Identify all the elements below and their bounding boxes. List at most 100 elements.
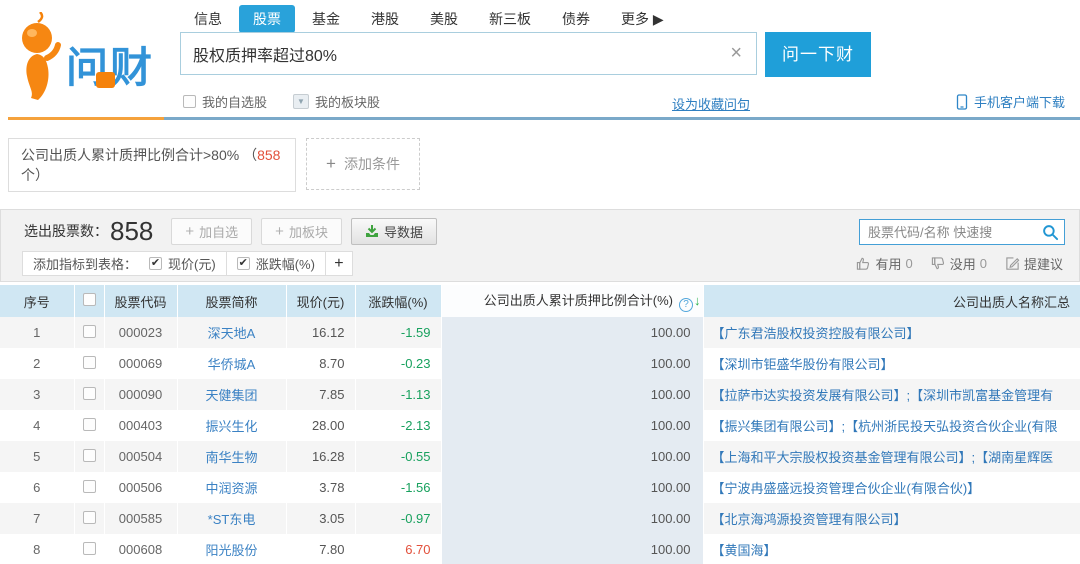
cell-stock-name: 天健集团 — [177, 379, 287, 410]
suggest-button[interactable]: 提建议 — [1005, 254, 1063, 273]
clear-icon[interactable]: × — [730, 42, 742, 64]
nav-tab-7[interactable]: 债券 — [548, 5, 604, 33]
indicator-change[interactable]: 涨跌幅(%) — [227, 252, 326, 275]
stock-name-link[interactable]: 华侨城A — [208, 357, 256, 372]
cell-companies: 【深圳市钜盛华股份有限公司】 — [703, 348, 1080, 379]
indicator-strip: 添加指标到表格： 现价(元) 涨跌幅(%) + — [22, 251, 353, 276]
company-names-link[interactable]: 【振兴集团有限公司】;【杭州浙民投天弘投资合伙企业(有限 — [712, 419, 1058, 434]
nav-tab-3[interactable]: 基金 — [298, 5, 354, 33]
stock-name-link[interactable]: 深天地A — [208, 326, 256, 341]
cell-stock-code: 000585 — [104, 503, 178, 534]
row-checkbox[interactable] — [82, 448, 96, 462]
useless-count: 0 — [979, 256, 987, 271]
useful-button[interactable]: 有用 0 — [856, 254, 913, 273]
plus-icon: + — [326, 154, 336, 173]
company-names-link[interactable]: 【宁波冉盛盛远投资管理合伙企业(有限合伙)】 — [712, 481, 981, 496]
add-indicator-button[interactable]: + — [326, 252, 352, 275]
sort-desc-icon: ↓ — [694, 293, 701, 308]
thumb-up-icon — [857, 257, 870, 270]
header-change[interactable]: 涨跌幅(%) — [355, 285, 442, 317]
mobile-download-link[interactable]: 手机客户端下载 — [956, 92, 1065, 111]
nav-tab-6[interactable]: 新三板 — [475, 5, 545, 33]
cell-pledge-ratio: 100.00 — [441, 441, 704, 472]
cell-seq: 4 — [0, 410, 75, 441]
cell-pledge-ratio: 100.00 — [441, 317, 704, 348]
cell-companies: 【黄国海】 — [703, 534, 1080, 564]
cell-stock-name: *ST东电 — [177, 503, 287, 534]
company-names-link[interactable]: 【黄国海】 — [712, 543, 777, 558]
plus-icon: + — [185, 222, 195, 240]
row-checkbox[interactable] — [82, 541, 96, 555]
row-checkbox[interactable] — [82, 386, 96, 400]
stock-name-link[interactable]: 阳光股份 — [205, 543, 257, 558]
add-watchlist-button[interactable]: + 加自选 — [171, 217, 253, 245]
cell-checkbox — [74, 410, 105, 441]
quick-search-box — [859, 219, 1065, 245]
row-checkbox[interactable] — [82, 324, 96, 338]
question-input[interactable] — [181, 33, 756, 74]
sector-dropdown-icon[interactable]: ▼ — [293, 94, 310, 109]
cell-price: 16.28 — [286, 441, 356, 472]
row-checkbox[interactable] — [82, 417, 96, 431]
stock-name-link[interactable]: 南华生物 — [205, 450, 257, 465]
add-sector-button[interactable]: + 加板块 — [261, 217, 342, 245]
indicator-change-checkbox[interactable] — [236, 257, 250, 270]
cell-stock-name: 阳光股份 — [177, 534, 287, 564]
cell-stock-code: 000504 — [104, 441, 178, 472]
toolbar-panel: 选出股票数： 858 + 加自选 + 加板块 导数据 股票代码/名称 快速搜 添… — [0, 209, 1080, 282]
nav-tab-1[interactable]: 信息 — [180, 5, 236, 33]
indicator-price[interactable]: 现价(元) — [139, 252, 227, 275]
row-checkbox[interactable] — [82, 479, 96, 493]
company-names-link[interactable]: 【广东君浩股权投资控股有限公司】 — [712, 326, 920, 341]
stock-name-link[interactable]: *ST东电 — [208, 512, 256, 527]
row-checkbox[interactable] — [82, 510, 96, 524]
header-stock-name[interactable]: 股票简称 — [177, 285, 287, 317]
mobile-download-label: 手机客户端下载 — [974, 95, 1066, 110]
header-stock-code[interactable]: 股票代码 — [104, 285, 178, 317]
stock-name-link[interactable]: 天健集团 — [205, 388, 257, 403]
indicator-price-checkbox[interactable] — [149, 257, 163, 270]
my-sector-option[interactable]: ▼ 我的板块股 — [293, 92, 380, 111]
cell-companies: 【北京海鸿源投资管理有限公司】 — [703, 503, 1080, 534]
company-names-link[interactable]: 【拉萨市达实投资发展有限公司】;【深圳市凯富基金管理有 — [712, 388, 1054, 403]
nav-tab-2[interactable]: 股票 — [239, 5, 295, 33]
condition-count: 858 — [257, 147, 281, 163]
thumb-down-icon — [931, 257, 944, 270]
cell-stock-code: 000506 — [104, 472, 178, 503]
cell-stock-name: 南华生物 — [177, 441, 287, 472]
row-checkbox[interactable] — [82, 355, 96, 369]
search-icon[interactable] — [1042, 224, 1059, 246]
set-favorite-link[interactable]: 设为收藏问句 — [672, 94, 750, 113]
header-price[interactable]: 现价(元) — [286, 285, 356, 317]
company-names-link[interactable]: 【上海和平大宗股权投资基金管理有限公司】;【湖南星辉医 — [712, 450, 1054, 465]
my-watchlist-checkbox[interactable] — [183, 95, 196, 108]
add-condition-button[interactable]: + 添加条件 — [306, 138, 420, 190]
company-names-link[interactable]: 【北京海鸿源投资管理有限公司】 — [712, 512, 907, 527]
cell-pledge-ratio: 100.00 — [441, 472, 704, 503]
nav-tab-8[interactable]: 更多 ▶ — [607, 5, 678, 33]
ask-wencai-button[interactable]: 问一下财 — [765, 32, 871, 77]
header-pledge-ratio[interactable]: 公司出质人累计质押比例合计(%)? ↓ — [441, 285, 704, 317]
add-watchlist-label: 加自选 — [199, 224, 239, 240]
cell-seq: 8 — [0, 534, 75, 564]
stock-name-link[interactable]: 中润资源 — [205, 481, 257, 496]
table-row: 1 000023 深天地A 16.12 -1.59 100.00 【广东君浩股权… — [0, 317, 1080, 348]
useless-label: 没用 — [949, 257, 976, 272]
nav-tab-5[interactable]: 美股 — [416, 5, 472, 33]
quick-search-input[interactable] — [860, 220, 1064, 244]
stock-name-link[interactable]: 振兴生化 — [205, 419, 257, 434]
help-icon[interactable]: ? — [679, 298, 693, 312]
cell-companies: 【宁波冉盛盛远投资管理合伙企业(有限合伙)】 — [703, 472, 1080, 503]
nav-tab-4[interactable]: 港股 — [357, 5, 413, 33]
company-names-link[interactable]: 【深圳市钜盛华股份有限公司】 — [712, 357, 894, 372]
cell-pledge-ratio: 100.00 — [441, 348, 704, 379]
top-nav: 信息 股票 基金 港股 美股 新三板 债券 更多 ▶ — [180, 5, 681, 33]
condition-tag[interactable]: 公司出质人累计质押比例合计>80% （858 个） — [8, 138, 296, 192]
wencai-logo[interactable]: 问财 — [8, 11, 173, 107]
export-data-button[interactable]: 导数据 — [350, 217, 437, 245]
my-watchlist-option[interactable]: 我的自选股 — [183, 92, 267, 111]
useless-button[interactable]: 没用 0 — [931, 254, 987, 273]
select-all-checkbox[interactable] — [82, 293, 96, 306]
useful-label: 有用 — [875, 257, 902, 272]
header-companies[interactable]: 公司出质人名称汇总 — [703, 285, 1080, 317]
